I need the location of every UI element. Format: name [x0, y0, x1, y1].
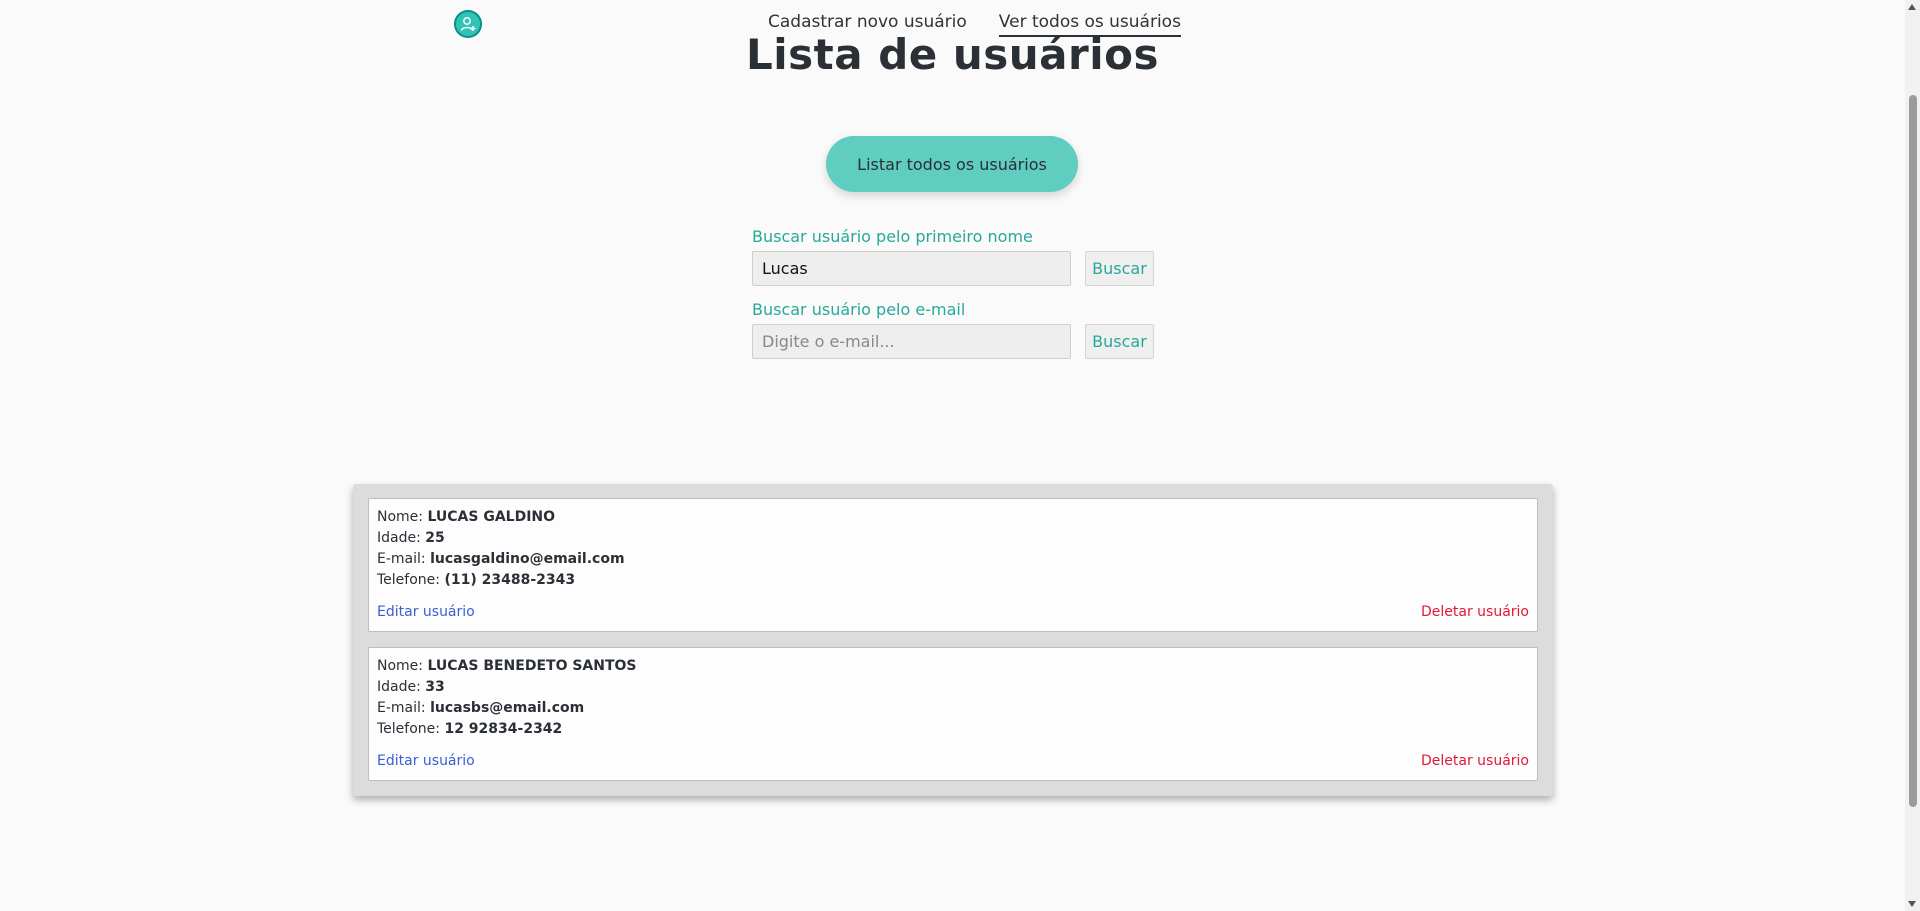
user-age: 33: [425, 679, 445, 695]
user-name: LUCAS BENEDETO SANTOS: [427, 658, 637, 674]
card-actions: Editar usuário Deletar usuário: [377, 602, 1529, 623]
scroll-up-arrow-icon[interactable]: [1908, 4, 1916, 10]
search-email-input[interactable]: [752, 324, 1071, 359]
list-all-users-button[interactable]: Listar todos os usuários: [826, 136, 1078, 192]
search-name-input[interactable]: [752, 251, 1071, 286]
user-phone: (11) 23488-2343: [444, 572, 576, 588]
delete-user-link[interactable]: Deletar usuário: [1421, 602, 1529, 623]
user-age: 25: [425, 530, 445, 546]
user-age-line: Idade: 33: [377, 677, 1529, 698]
user-phone-line: Telefone: 12 92834-2342: [377, 719, 1529, 740]
user-name-line: Nome: LUCAS BENEDETO SANTOS: [377, 656, 1529, 677]
user-email: lucasbs@email.com: [430, 700, 585, 716]
user-email-line: E-mail: lucasgaldino@email.com: [377, 549, 1529, 570]
phone-field-label: Telefone:: [377, 572, 440, 588]
edit-user-link[interactable]: Editar usuário: [377, 751, 475, 772]
search-email-button[interactable]: Buscar: [1085, 324, 1154, 359]
search-by-email-label: Buscar usuário pelo e-mail: [752, 300, 966, 319]
email-field-label: E-mail:: [377, 551, 426, 567]
user-phone-line: Telefone: (11) 23488-2343: [377, 570, 1529, 591]
user-phone: 12 92834-2342: [444, 721, 563, 737]
card-actions: Editar usuário Deletar usuário: [377, 751, 1529, 772]
email-field-label: E-mail:: [377, 700, 426, 716]
delete-user-link[interactable]: Deletar usuário: [1421, 751, 1529, 772]
user-name: LUCAS GALDINO: [427, 509, 556, 525]
user-card: Nome: LUCAS BENEDETO SANTOS Idade: 33 E-…: [368, 647, 1538, 781]
name-field-label: Nome:: [377, 509, 424, 525]
user-age-line: Idade: 25: [377, 528, 1529, 549]
search-by-email-row: Buscar: [752, 324, 1154, 359]
search-by-name-block: Buscar usuário pelo primeiro nome Buscar: [752, 227, 1154, 286]
user-email: lucasgaldino@email.com: [430, 551, 625, 567]
age-field-label: Idade:: [377, 679, 421, 695]
age-field-label: Idade:: [377, 530, 421, 546]
name-field-label: Nome:: [377, 658, 424, 674]
edit-user-link[interactable]: Editar usuário: [377, 602, 475, 623]
user-card: Nome: LUCAS GALDINO Idade: 25 E-mail: lu…: [368, 498, 1538, 632]
page-title: Lista de usuários: [746, 30, 1159, 79]
search-by-name-row: Buscar: [752, 251, 1154, 286]
user-email-line: E-mail: lucasbs@email.com: [377, 698, 1529, 719]
scroll-down-arrow-icon[interactable]: [1908, 901, 1916, 907]
user-results-panel: Nome: LUCAS GALDINO Idade: 25 E-mail: lu…: [353, 484, 1553, 796]
search-by-email-block: Buscar usuário pelo e-mail Buscar: [752, 300, 1154, 359]
scroll-thumb[interactable]: [1909, 95, 1917, 807]
page-scrollbar[interactable]: [1905, 0, 1920, 911]
phone-field-label: Telefone:: [377, 721, 440, 737]
search-name-button[interactable]: Buscar: [1085, 251, 1154, 286]
user-name-line: Nome: LUCAS GALDINO: [377, 507, 1529, 528]
search-by-name-label: Buscar usuário pelo primeiro nome: [752, 227, 1033, 246]
